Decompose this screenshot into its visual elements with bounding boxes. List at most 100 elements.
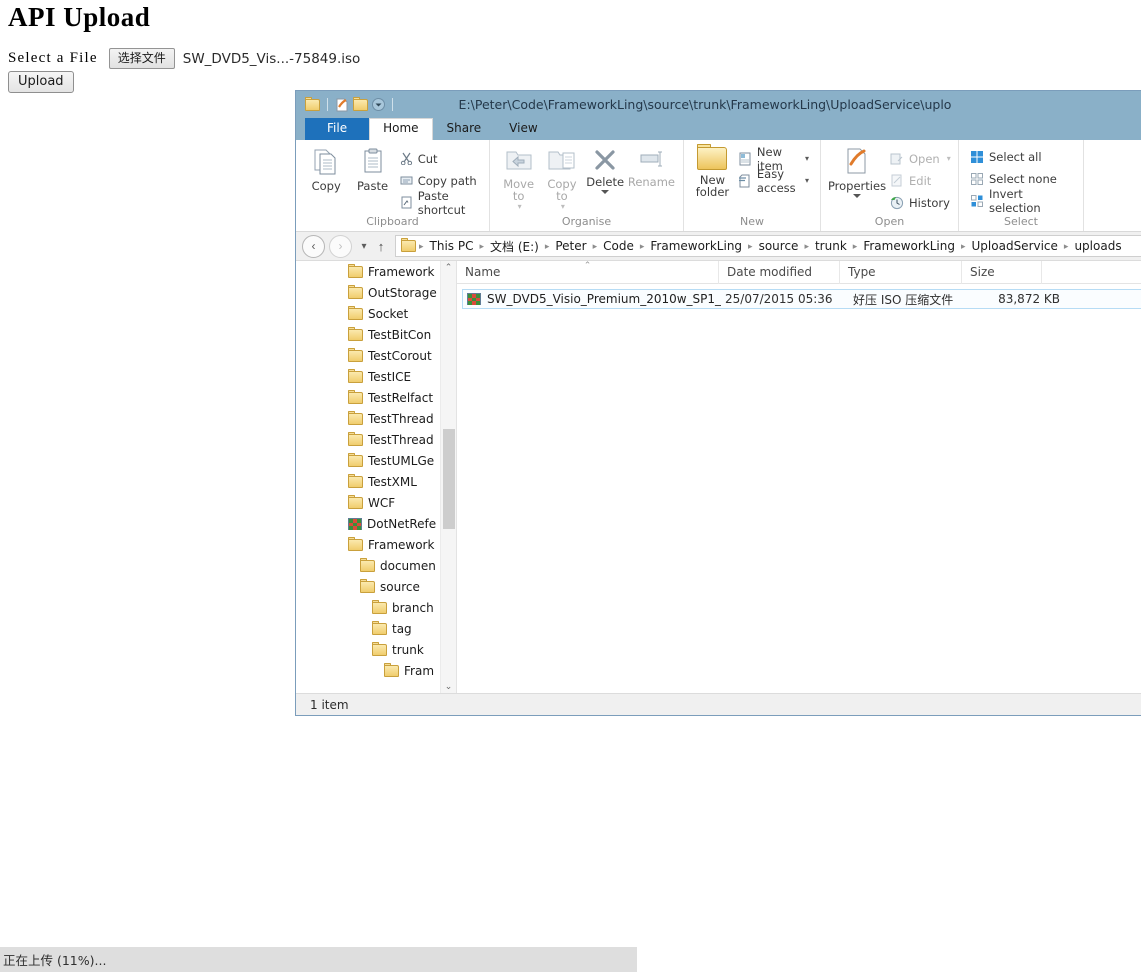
tree-node[interactable]: TestBitCon xyxy=(296,324,456,345)
copy-to-button[interactable]: Copy to ▾ xyxy=(541,145,582,211)
breadcrumb-frameworkling-2[interactable]: FrameworkLing xyxy=(858,239,960,253)
select-all-button[interactable]: Select all xyxy=(967,147,1075,166)
tree-node-label: source xyxy=(380,579,420,594)
properties-icon[interactable] xyxy=(335,98,349,112)
edit-button[interactable]: Edit xyxy=(887,171,954,190)
breadcrumb-frameworkling[interactable]: FrameworkLing xyxy=(645,239,747,253)
rename-button-label: Rename xyxy=(627,175,676,189)
navigation-pane[interactable]: Framework OutStorage Socket TestBitCon TestC… xyxy=(296,261,457,693)
tree-node[interactable]: TestUMLGe xyxy=(296,450,456,471)
recent-locations-icon[interactable]: ▾ xyxy=(356,241,372,252)
table-row[interactable]: SW_DVD5_Visio_Premium_2010w_SP1_64... 25… xyxy=(462,289,1141,309)
tree-node[interactable]: WCF xyxy=(296,492,456,513)
tree-node[interactable]: Fram xyxy=(296,660,456,681)
breadcrumb-uploadservice[interactable]: UploadService xyxy=(967,239,1063,253)
paste-shortcut-button[interactable]: Paste shortcut xyxy=(397,189,481,217)
copy-to-caret-icon[interactable]: ▾ xyxy=(561,202,565,211)
tree-node[interactable]: TestThread xyxy=(296,408,456,429)
tab-view[interactable]: View xyxy=(495,118,551,140)
tree-node[interactable]: Framework xyxy=(296,534,456,555)
cut-button[interactable]: Cut xyxy=(397,149,481,168)
open-caret-icon[interactable]: ▾ xyxy=(947,154,951,163)
breadcrumb-uploads[interactable]: uploads xyxy=(1069,239,1126,253)
ribbon-tabstrip[interactable]: File Home Share View xyxy=(296,118,1141,140)
invert-selection-button[interactable]: Invert selection xyxy=(967,187,1075,215)
breadcrumb-this-pc[interactable]: This PC xyxy=(425,239,479,253)
tree-scrollbar-thumb[interactable] xyxy=(443,429,455,529)
tab-home[interactable]: Home xyxy=(369,118,433,140)
properties-button[interactable]: Properties xyxy=(828,145,886,198)
column-header-size[interactable]: Size xyxy=(962,261,1042,284)
new-item-caret-icon[interactable]: ▾ xyxy=(805,154,809,163)
tree-node[interactable]: documen xyxy=(296,555,456,576)
delete-button[interactable]: Delete xyxy=(585,145,626,194)
column-header-name-label: Name xyxy=(465,264,501,279)
tab-share[interactable]: Share xyxy=(433,118,496,140)
tab-file[interactable]: File xyxy=(305,118,370,140)
tree-node[interactable]: TestCorout xyxy=(296,345,456,366)
tree-node[interactable]: TestRelfact xyxy=(296,387,456,408)
copy-button[interactable]: Copy xyxy=(304,145,348,192)
breadcrumb-source[interactable]: source xyxy=(754,239,804,253)
new-item-button[interactable]: New item ▾ xyxy=(735,145,812,173)
breadcrumb-code[interactable]: Code xyxy=(598,239,639,253)
ribbon[interactable]: Copy Paste Cut Copy path Paste shortcut … xyxy=(296,140,1141,232)
tree-node[interactable]: TestThread xyxy=(296,429,456,450)
paste-button[interactable]: Paste xyxy=(350,145,394,192)
forward-button[interactable]: › xyxy=(329,234,352,258)
copy-path-button[interactable]: Copy path xyxy=(397,171,481,190)
upload-button[interactable]: Upload xyxy=(8,71,74,93)
choose-file-button[interactable]: 选择文件 xyxy=(108,48,175,69)
customize-dropdown-icon[interactable] xyxy=(372,98,385,111)
breadcrumb-drive-e[interactable]: 文档 (E:) xyxy=(485,238,544,255)
edit-icon xyxy=(890,174,904,188)
file-list-pane[interactable]: ⌃ Name Date modified Type Size SW_DVD5_V… xyxy=(457,261,1141,693)
tree-node[interactable]: DotNetRefe xyxy=(296,513,456,534)
address-bar[interactable]: ‹ › ▾ ↑ ▸ This PC ▸ 文档 (E:) ▸ Peter ▸ Co… xyxy=(296,232,1141,261)
tree-node-label: TestXML xyxy=(368,474,417,489)
breadcrumb-trunk[interactable]: trunk xyxy=(810,239,852,253)
delete-caret-icon[interactable] xyxy=(601,190,610,194)
new-folder-icon[interactable] xyxy=(353,96,368,111)
back-button[interactable]: ‹ xyxy=(302,234,325,258)
easy-access-button[interactable]: Easy access ▾ xyxy=(735,167,812,195)
tree-node[interactable]: Framework xyxy=(296,261,456,282)
rename-button[interactable]: Rename xyxy=(628,145,675,188)
properties-caret-icon[interactable] xyxy=(853,194,861,198)
column-header-type[interactable]: Type xyxy=(840,261,962,284)
tree-node[interactable]: source xyxy=(296,576,456,597)
open-button[interactable]: Open ▾ xyxy=(887,149,954,168)
ribbon-group-open-title: Open xyxy=(874,215,905,228)
column-headers[interactable]: ⌃ Name Date modified Type Size xyxy=(457,261,1141,284)
tree-node[interactable]: branch xyxy=(296,597,456,618)
new-folder-button[interactable]: New folder xyxy=(692,144,733,198)
move-to-button[interactable]: Move to ▾ xyxy=(498,145,539,211)
qat-divider-2 xyxy=(392,98,393,111)
breadcrumb[interactable]: ▸ This PC ▸ 文档 (E:) ▸ Peter ▸ Code ▸ Fra… xyxy=(395,235,1141,257)
folder-icon[interactable] xyxy=(305,96,320,111)
scroll-up-icon[interactable]: ⌃ xyxy=(442,262,455,273)
tree-node[interactable]: TestICE xyxy=(296,366,456,387)
tree-node[interactable]: TestXML xyxy=(296,471,456,492)
column-header-date-modified[interactable]: Date modified xyxy=(719,261,840,284)
file-type-cell: 好压 ISO 压缩文件 xyxy=(853,292,954,307)
select-none-button[interactable]: Select none xyxy=(967,169,1075,188)
move-to-caret-icon[interactable]: ▾ xyxy=(518,202,522,211)
column-header-name[interactable]: ⌃ Name xyxy=(457,261,719,284)
tree-scrollbar[interactable]: ⌃ ⌄ xyxy=(440,261,456,693)
easy-access-caret-icon[interactable]: ▾ xyxy=(805,176,809,185)
tree-node-label: Fram xyxy=(404,663,435,678)
tree-node[interactable]: Socket xyxy=(296,303,456,324)
tree-node[interactable]: tag xyxy=(296,618,456,639)
quick-access-toolbar[interactable] xyxy=(300,96,396,112)
up-button[interactable]: ↑ xyxy=(372,239,390,254)
scroll-down-icon[interactable]: ⌄ xyxy=(442,681,455,692)
tree-node[interactable]: OutStorage xyxy=(296,282,456,303)
file-explorer-window[interactable]: E:\Peter\Code\FrameworkLing\source\trunk… xyxy=(295,90,1141,716)
history-button[interactable]: History xyxy=(887,193,954,212)
breadcrumb-peter[interactable]: Peter xyxy=(550,239,591,253)
select-none-icon xyxy=(970,172,984,186)
paste-shortcut-icon xyxy=(400,196,413,209)
tree-node[interactable]: trunk xyxy=(296,639,456,660)
explorer-titlebar[interactable]: E:\Peter\Code\FrameworkLing\source\trunk… xyxy=(296,91,1141,118)
